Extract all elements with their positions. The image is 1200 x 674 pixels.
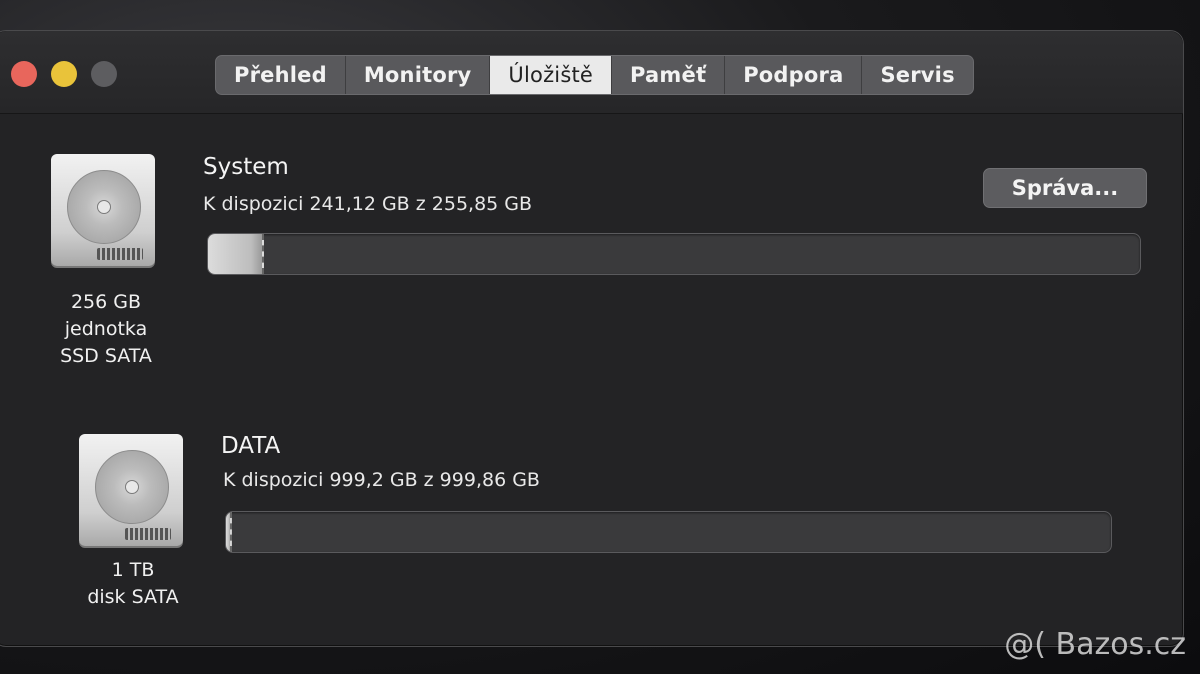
drive-interface: SSD SATA xyxy=(60,345,152,367)
storage-bar-data xyxy=(225,511,1112,553)
drive-caption-data: 1 TB disk SATA xyxy=(73,557,193,611)
close-button[interactable] xyxy=(11,61,37,87)
storage-used-fill-system xyxy=(208,234,264,274)
manage-button[interactable]: Správa... xyxy=(983,168,1147,208)
storage-bar-system xyxy=(207,233,1141,275)
drive-type-line: jednotka xyxy=(64,318,148,340)
tab-bar: Přehled Monitory Úložiště Paměť Podpora … xyxy=(215,55,974,95)
minimize-button[interactable] xyxy=(51,61,77,87)
zoom-button[interactable] xyxy=(91,61,117,87)
volume-availability-system: K dispozici 241,12 GB z 255,85 GB xyxy=(203,193,533,215)
drive-capacity: 256 GB xyxy=(70,291,142,313)
watermark: @( Bazos.cz xyxy=(1004,627,1186,662)
hard-drive-icon xyxy=(51,154,155,266)
tab-uloziste[interactable]: Úložiště xyxy=(490,56,613,94)
tab-servis[interactable]: Servis xyxy=(862,56,972,94)
storage-used-fill-data xyxy=(226,512,232,552)
volume-availability-data: K dispozici 999,2 GB z 999,86 GB xyxy=(223,469,540,491)
title-bar: Přehled Monitory Úložiště Paměť Podpora … xyxy=(0,31,1183,114)
about-this-mac-window: Přehled Monitory Úložiště Paměť Podpora … xyxy=(0,30,1184,647)
volume-name-system: System xyxy=(203,154,289,180)
tab-pamet[interactable]: Paměť xyxy=(612,56,726,94)
drive-capacity: 1 TB xyxy=(111,559,155,581)
tab-prehled[interactable]: Přehled xyxy=(216,56,346,94)
drive-type-line: disk SATA xyxy=(87,586,179,608)
tab-monitory[interactable]: Monitory xyxy=(346,56,491,94)
drive-caption-system: 256 GB jednotka SSD SATA xyxy=(41,289,171,370)
volume-name-data: DATA xyxy=(221,433,281,459)
tab-podpora[interactable]: Podpora xyxy=(725,56,863,94)
hard-drive-icon xyxy=(79,434,183,546)
